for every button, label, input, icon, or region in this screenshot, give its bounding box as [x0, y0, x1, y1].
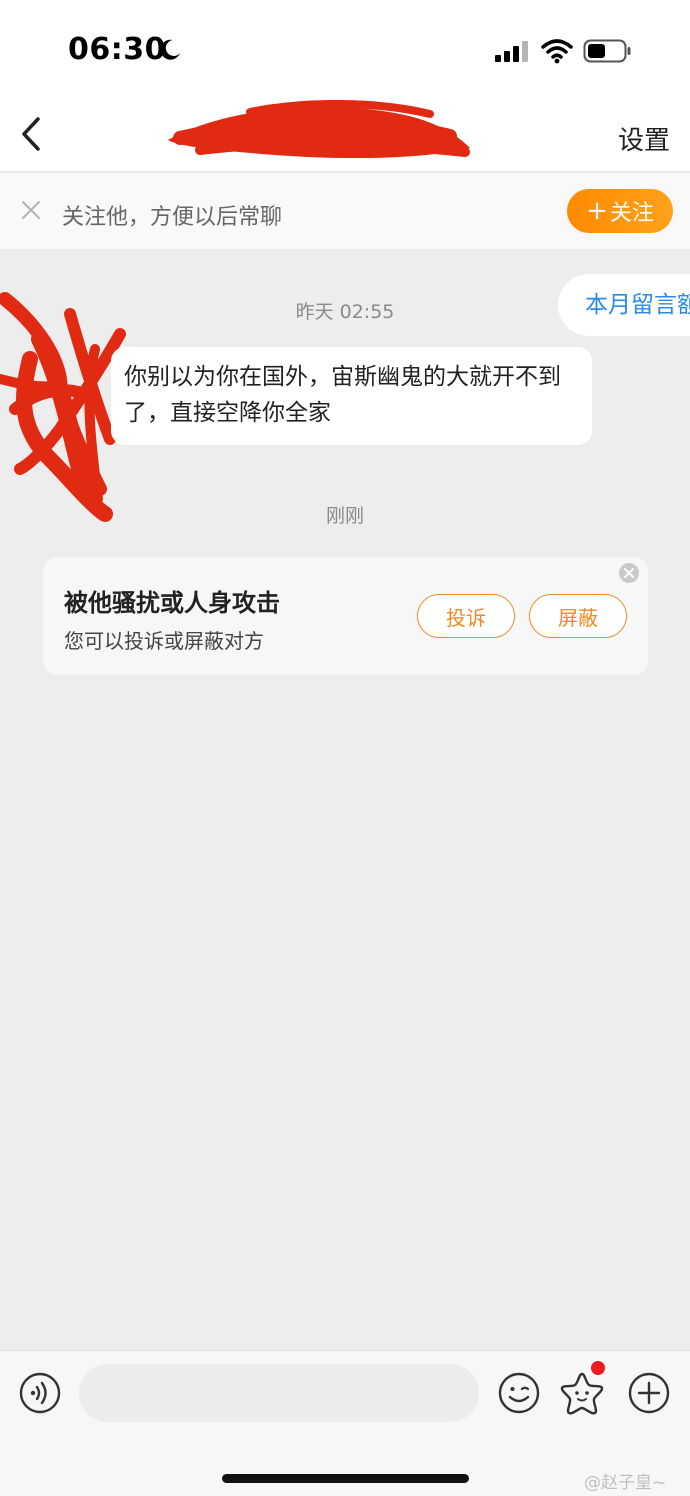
complain-button[interactable]: 投诉 — [417, 594, 515, 638]
watermark: @赵子皇~ — [584, 1473, 667, 1493]
follow-banner-text: 关注他，方便以后常聊 — [62, 205, 283, 230]
moon-icon — [160, 39, 180, 60]
report-card-title: 被他骚扰或人身攻击 — [64, 589, 280, 617]
received-message-bubble[interactable]: 你别以为你在国外，宙斯幽鬼的大就开不到了，直接空降你全家 — [111, 347, 592, 445]
message-input-bar: @赵子皇~ — [0, 1350, 690, 1496]
follow-button-label: 关注 — [609, 201, 654, 226]
follow-banner: 关注他，方便以后常聊 + 关注 — [0, 173, 690, 249]
navigation-bar: 设置 — [0, 100, 690, 172]
report-card-subtitle: 您可以投诉或屏蔽对方 — [64, 629, 264, 653]
follow-button[interactable]: + 关注 — [567, 189, 673, 233]
emoji-icon[interactable] — [498, 1372, 540, 1414]
chat-screen: 06:30 设置 关注他，方便以后常聊 + 关注 本月留言额 昨天 02:55 … — [0, 0, 690, 1496]
close-icon[interactable] — [20, 199, 42, 221]
message-input[interactable] — [79, 1364, 479, 1422]
block-button[interactable]: 屏蔽 — [529, 594, 627, 638]
home-indicator[interactable] — [222, 1474, 469, 1483]
battery-icon — [583, 39, 631, 63]
redacted-username — [168, 100, 470, 159]
plus-circle-icon[interactable] — [628, 1372, 670, 1414]
signal-icon — [495, 41, 528, 62]
plus-icon: + — [586, 196, 608, 226]
wifi-icon — [541, 39, 573, 64]
back-icon[interactable] — [16, 114, 48, 154]
status-bar: 06:30 — [0, 0, 690, 100]
notification-dot — [591, 1361, 605, 1375]
star-icon[interactable] — [560, 1371, 604, 1415]
message-timestamp-recent: 刚刚 — [325, 505, 364, 527]
settings-button[interactable]: 设置 — [618, 120, 670, 157]
close-card-icon[interactable] — [618, 562, 640, 584]
harassment-report-card: 被他骚扰或人身攻击 您可以投诉或屏蔽对方 投诉 屏蔽 — [43, 557, 648, 675]
chat-area[interactable]: 本月留言额 昨天 02:55 你别以为你在国外，宙斯幽鬼的大就开不到了，直接空降… — [0, 249, 690, 1349]
voice-icon[interactable] — [19, 1372, 61, 1414]
status-time: 06:30 — [68, 32, 166, 67]
